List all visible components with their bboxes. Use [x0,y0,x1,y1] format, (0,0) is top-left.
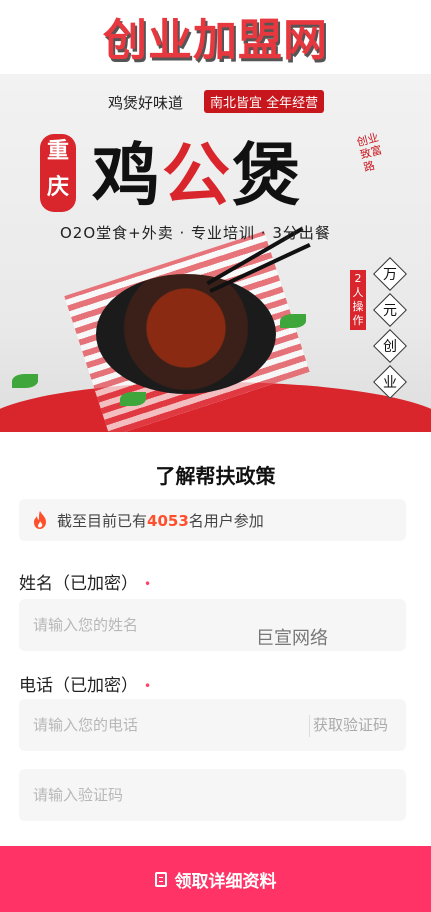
banner-brand: 鸡公煲 [92,120,302,219]
submit-button[interactable]: 领取详细资料 [0,846,431,912]
required-mark: • [144,577,152,591]
banner-pill: 南北皆宜 全年经营 [204,90,325,113]
document-icon [154,871,167,887]
section-title: 了解帮扶政策 [155,464,276,488]
fire-icon [34,511,46,529]
brand-char: 公 [162,136,233,216]
diamond-char: 万 [383,267,397,283]
required-mark: • [144,679,152,693]
banner-tagline: 鸡煲好味道 [108,94,184,112]
banner-subline: O2O堂食+外卖 · 专业培训 · 3分出餐 [60,224,331,242]
diamond-tile: 万 [373,257,407,291]
stat-prefix: 截至目前已有 [57,511,148,530]
diamond-tile: 创 [373,329,407,363]
banner-badge: 2人操作 [350,270,366,330]
participants-stat: 截至目前已有4053名用户参加 [19,499,406,541]
code-field[interactable] [19,769,406,821]
banner-diamonds: 万 元 创 业 [373,256,407,406]
stat-suffix: 名用户参加 [188,511,264,530]
brand-char: 鸡 [92,136,163,216]
leaf-icon [280,314,306,328]
header: 创业加盟网 [0,0,431,74]
phone-label: 电话（已加密） • [19,671,151,696]
phone-input[interactable] [19,699,299,751]
banner-side-text: 创业致富路 [355,130,384,175]
diamond-tile: 元 [373,293,407,327]
leaf-icon [12,374,38,388]
name-input[interactable] [19,599,406,651]
phone-label-text: 电话（已加密） [19,676,138,696]
name-label: 姓名（已加密） • [19,569,151,594]
banner-seal: 重庆 [40,134,76,212]
watermark: 巨宣网络 [256,628,328,649]
diamond-char: 业 [383,375,397,391]
brand-char: 煲 [232,136,303,216]
stat-count: 4053 [147,511,189,530]
phone-field[interactable]: 获取验证码 [19,699,406,751]
code-input[interactable] [19,769,406,821]
name-field[interactable] [19,599,406,651]
leaf-icon [120,392,146,406]
claypot-image [96,274,276,394]
get-code-button[interactable]: 获取验证码 [313,714,388,735]
submit-label: 领取详细资料 [174,871,277,892]
divider [309,715,310,737]
promo-banner: 鸡煲好味道 南北皆宜 全年经营 重庆 鸡公煲 创业致富路 O2O堂食+外卖 · … [0,74,431,432]
diamond-char: 元 [383,303,397,319]
site-title: 创业加盟网 [103,15,328,66]
diamond-tile: 业 [373,365,407,399]
stat-text: 截至目前已有4053名用户参加 [57,510,264,531]
name-label-text: 姓名（已加密） [19,574,138,594]
diamond-char: 创 [383,339,397,355]
